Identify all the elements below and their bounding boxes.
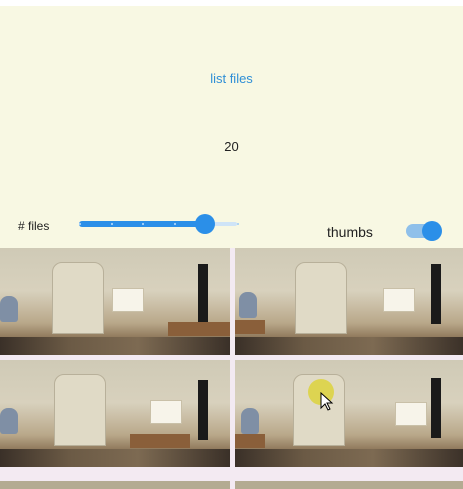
file-count-value: 20	[224, 139, 239, 154]
desk	[235, 434, 265, 448]
floor	[0, 337, 230, 355]
next-thumbnail-row[interactable]	[0, 481, 230, 489]
monitor	[198, 380, 208, 440]
files-slider[interactable]	[79, 214, 239, 234]
thumbnail-image[interactable]	[0, 248, 230, 355]
slider-tick	[237, 223, 239, 225]
toggle-knob[interactable]	[422, 221, 442, 241]
monitor	[431, 264, 441, 324]
window	[395, 402, 427, 426]
next-thumbnail-row[interactable]	[235, 481, 463, 489]
monitor	[198, 264, 208, 324]
grid-divider	[230, 248, 235, 489]
slider-thumb[interactable]	[195, 214, 215, 234]
list-files-link[interactable]: list files	[0, 71, 463, 86]
desk	[130, 434, 190, 448]
thumbnail-grid	[0, 248, 463, 489]
floor	[0, 449, 230, 467]
door	[54, 374, 106, 446]
control-panel: list files 20 # files thumbs	[0, 6, 463, 248]
person	[241, 408, 259, 434]
thumbs-toggle-label: thumbs	[327, 224, 373, 240]
files-slider-label: # files	[18, 219, 50, 233]
person	[0, 296, 18, 322]
window	[150, 400, 182, 424]
thumbs-toggle[interactable]	[404, 219, 444, 243]
window	[112, 288, 144, 312]
desk	[235, 320, 265, 334]
window	[383, 288, 415, 312]
thumbnail-image[interactable]	[0, 360, 230, 467]
slider-tick	[142, 223, 144, 225]
floor	[235, 337, 463, 355]
door	[295, 262, 347, 334]
slider-tick	[111, 223, 113, 225]
door	[52, 262, 104, 334]
person	[239, 292, 257, 318]
thumbnail-image[interactable]	[235, 248, 463, 355]
person	[0, 408, 18, 434]
floor	[235, 449, 463, 467]
thumbnail-image[interactable]	[235, 360, 463, 467]
monitor	[431, 378, 441, 438]
slider-tick	[174, 223, 176, 225]
slider-tick	[79, 223, 81, 225]
desk	[168, 322, 230, 336]
